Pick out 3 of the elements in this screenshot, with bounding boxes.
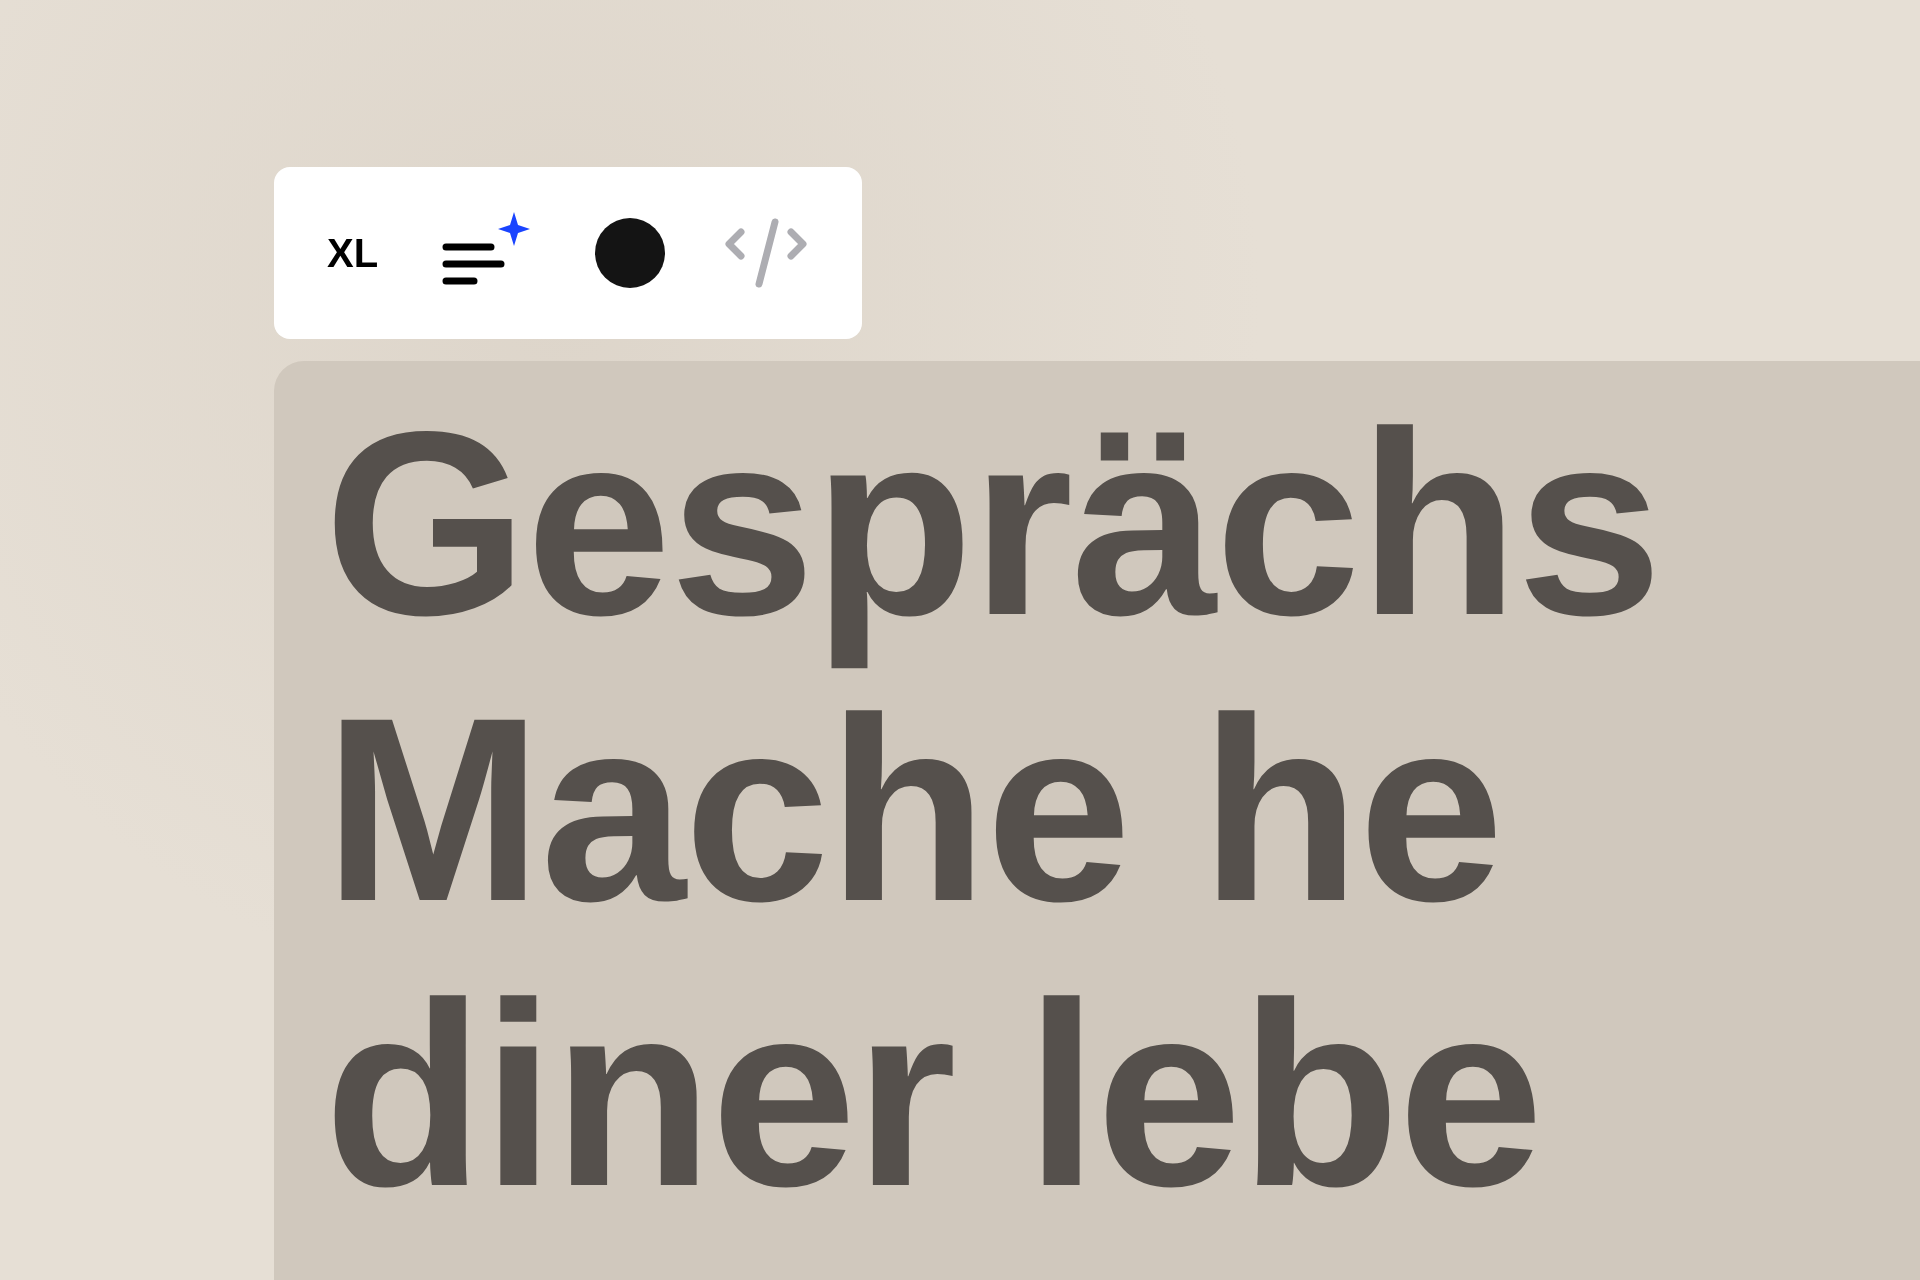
size-button[interactable]: XL <box>327 233 379 273</box>
headline-line: diner lebe <box>324 952 1542 1238</box>
headline-line: Gesprächs <box>324 381 1661 667</box>
